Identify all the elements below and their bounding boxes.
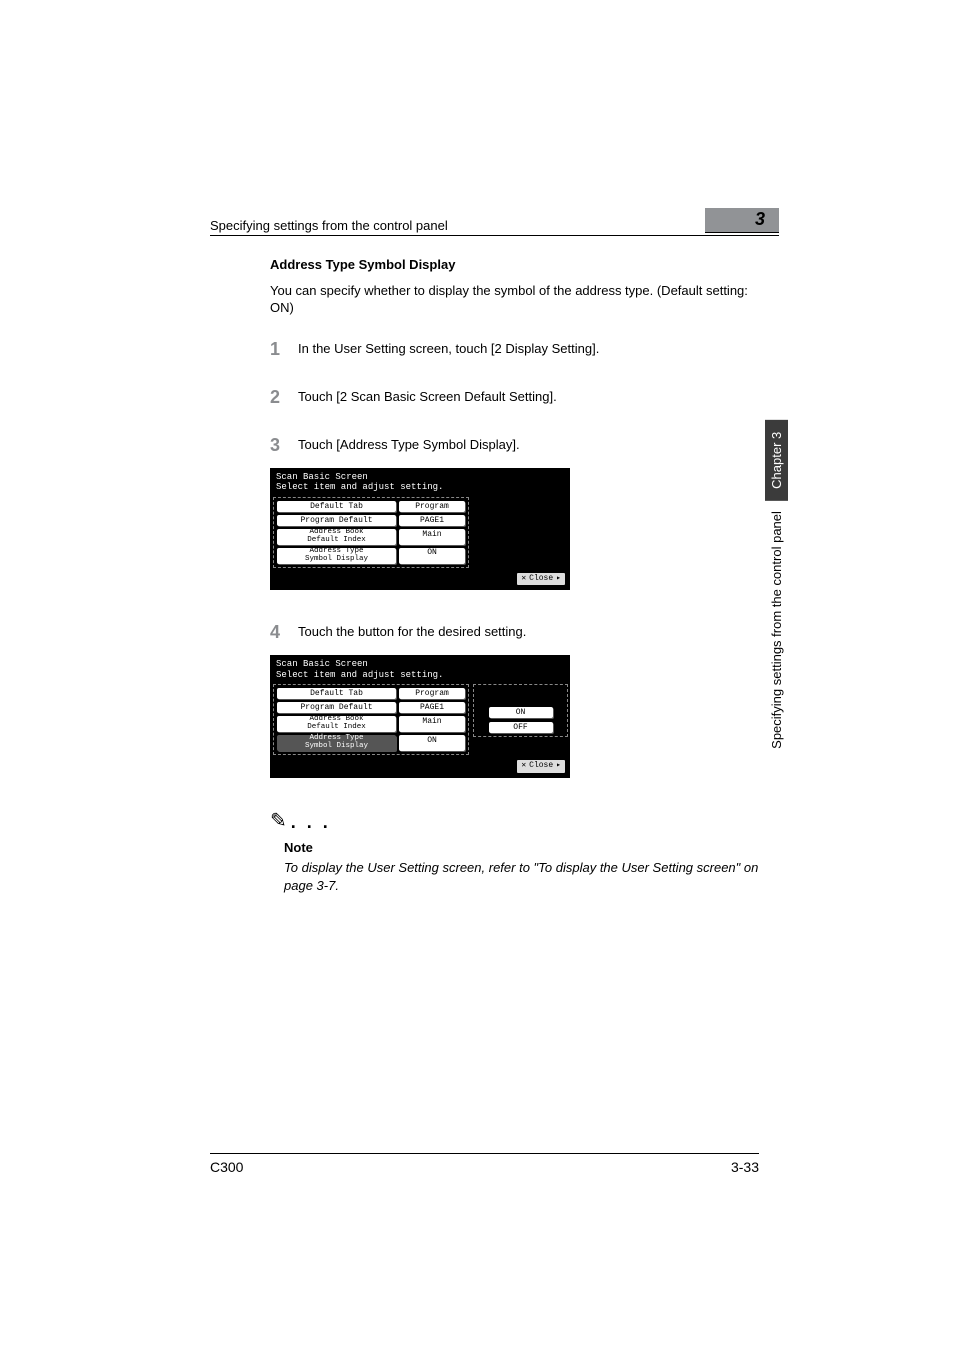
program-default-value: PAGE1 [399, 702, 465, 713]
step-2: 2 Touch [2 Scan Basic Screen Default Set… [270, 385, 759, 409]
settings-list: Default Tab Program Program Default PAGE… [273, 497, 469, 568]
screen-title-line1: Scan Basic Screen [276, 472, 564, 483]
content: Address Type Symbol Display You can spec… [270, 256, 759, 894]
step-text: Touch [2 Scan Basic Screen Default Setti… [298, 385, 557, 409]
side-tab-title: Specifying settings from the control pan… [767, 507, 786, 753]
note-block: ✎ . . . Note To display the User Setting… [270, 808, 759, 895]
program-default-button[interactable]: Program Default [277, 702, 396, 713]
intro-paragraph: You can specify whether to display the s… [270, 282, 759, 317]
note-hand-icon: ✎ [270, 808, 287, 835]
note-text: To display the User Setting screen, refe… [284, 859, 759, 894]
address-type-symbol-value: ON [399, 735, 465, 751]
step-1: 1 In the User Setting screen, touch [2 D… [270, 337, 759, 361]
address-book-index-button[interactable]: Address BookDefault Index [277, 716, 396, 732]
screen-title-line2: Select item and adjust setting. [276, 482, 564, 493]
screen-title: Scan Basic Screen Select item and adjust… [270, 468, 570, 496]
on-button[interactable]: ON [489, 707, 553, 718]
default-tab-value: Program [399, 501, 465, 512]
step-text: Touch [Address Type Symbol Display]. [298, 433, 520, 457]
close-label: Close [529, 574, 553, 585]
step-text: Touch the button for the desired setting… [298, 620, 526, 644]
ellipsis-icon: . . . [291, 810, 331, 834]
note-label: Note [284, 839, 759, 857]
page-footer: C300 3-33 [210, 1153, 759, 1175]
address-book-index-value: Main [399, 716, 465, 732]
step-number: 1 [270, 337, 298, 361]
screen-title-line1: Scan Basic Screen [276, 659, 564, 670]
close-label: Close [529, 761, 553, 772]
off-button[interactable]: OFF [489, 722, 553, 733]
step-text: In the User Setting screen, touch [2 Dis… [298, 337, 599, 361]
step-4: 4 Touch the button for the desired setti… [270, 620, 759, 644]
default-tab-button[interactable]: Default Tab [277, 688, 396, 699]
screen-title: Scan Basic Screen Select item and adjust… [270, 655, 570, 683]
job-setting-label: Job Setting [477, 688, 564, 701]
section-heading: Address Type Symbol Display [270, 256, 759, 274]
step-number: 3 [270, 433, 298, 457]
expand-icon: ▸ [556, 761, 561, 772]
step-3: 3 Touch [Address Type Symbol Display]. [270, 433, 759, 457]
close-icon: ✕ [521, 574, 526, 585]
screenshot-scan-basic-1: Scan Basic Screen Select item and adjust… [270, 468, 570, 591]
step-number: 4 [270, 620, 298, 644]
close-icon: ✕ [521, 761, 526, 772]
close-button[interactable]: ✕ Close ▸ [516, 572, 566, 587]
address-book-index-value: Main [399, 529, 465, 545]
step-number: 2 [270, 385, 298, 409]
screenshot-scan-basic-2: Scan Basic Screen Select item and adjust… [270, 655, 570, 778]
program-default-value: PAGE1 [399, 515, 465, 526]
default-tab-button[interactable]: Default Tab [277, 501, 396, 512]
chapter-number: 3 [705, 208, 779, 233]
settings-list: Default Tab Program Program Default PAGE… [273, 684, 469, 755]
page: Specifying settings from the control pan… [0, 0, 954, 1350]
address-book-index-button[interactable]: Address BookDefault Index [277, 529, 396, 545]
address-type-symbol-button-selected[interactable]: Address TypeSymbol Display [277, 735, 396, 751]
screen-title-line2: Select item and adjust setting. [276, 670, 564, 681]
address-type-symbol-value: ON [399, 548, 465, 564]
side-tab: Specifying settings from the control pan… [765, 420, 788, 753]
job-setting-panel: Job Setting ON OFF [473, 684, 568, 755]
side-tab-chapter: Chapter 3 [765, 420, 788, 501]
footer-model: C300 [210, 1159, 243, 1175]
program-default-button[interactable]: Program Default [277, 515, 396, 526]
running-header: Specifying settings from the control pan… [210, 208, 779, 236]
default-tab-value: Program [399, 688, 465, 699]
address-type-symbol-button[interactable]: Address TypeSymbol Display [277, 548, 396, 564]
close-button[interactable]: ✕ Close ▸ [516, 759, 566, 774]
expand-icon: ▸ [556, 574, 561, 585]
header-title: Specifying settings from the control pan… [210, 218, 448, 233]
footer-page: 3-33 [731, 1159, 759, 1175]
